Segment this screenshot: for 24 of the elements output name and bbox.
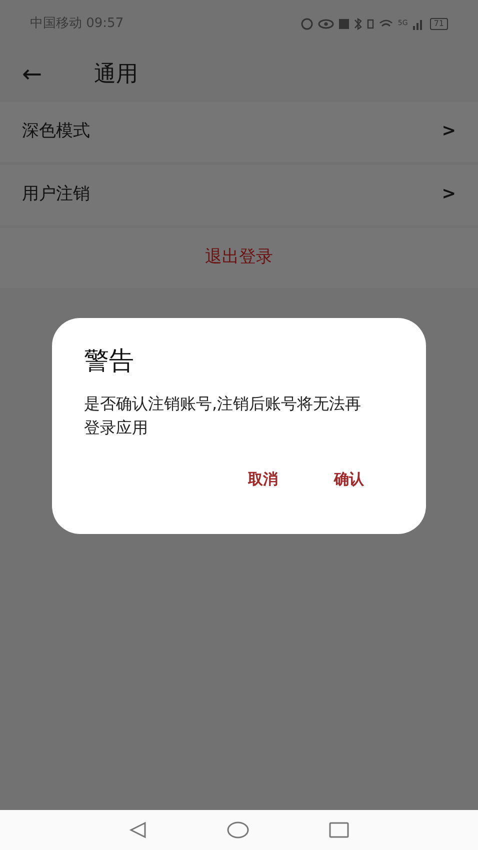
dialog-button[interactable]: 确认 (326, 468, 372, 490)
dialog-message: 是否确认注销账号,注销后账号将无法再登录应用 (84, 392, 362, 438)
settings-row[interactable]: 用户注销 > (0, 165, 478, 225)
back-nav-icon[interactable] (129, 821, 147, 839)
chevron: > (442, 120, 456, 144)
carrier-time: 中国移动 09:57 (30, 15, 124, 34)
logout-button[interactable]: 退出登录 (0, 228, 478, 288)
vibrate-icon (366, 19, 374, 29)
circle-icon (300, 18, 313, 30)
wifi-icon (378, 19, 393, 29)
signal-icon (412, 18, 425, 30)
settings-row[interactable]: 深色模式 > (0, 102, 478, 162)
eye-icon (318, 19, 334, 29)
battery-indicator: 71 (430, 18, 448, 30)
settings-label: 用户注销 (22, 183, 90, 206)
back-button[interactable]: ← (22, 56, 94, 92)
chevron: > (442, 183, 456, 206)
bluetooth-icon (354, 18, 362, 30)
home-nav-icon[interactable] (227, 821, 249, 839)
recents-nav-icon[interactable] (329, 821, 349, 839)
dialog-button[interactable]: 取消 (240, 468, 286, 490)
dialog-title: 警告 (84, 345, 135, 377)
page-title: 通用 (94, 60, 138, 88)
settings-label: 深色模式 (22, 120, 90, 144)
